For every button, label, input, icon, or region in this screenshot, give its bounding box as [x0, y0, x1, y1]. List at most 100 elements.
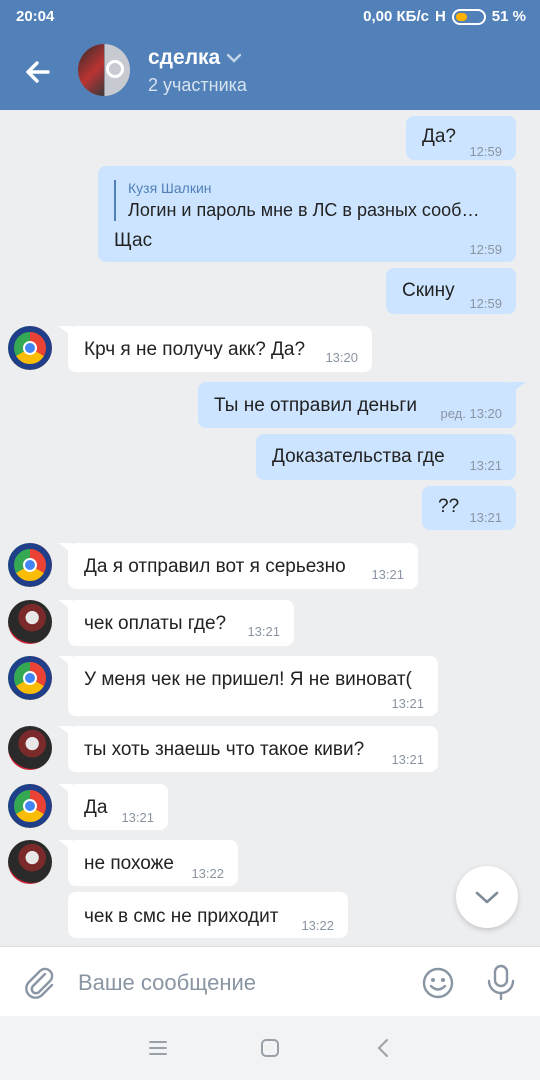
camera-icon [106, 60, 124, 78]
message-text: Ты не отправил деньги [214, 395, 417, 416]
square-icon [261, 1039, 279, 1057]
message-time: 13:22 [301, 918, 334, 933]
bubble-tail [58, 784, 72, 794]
chat-header: сделка 2 участника [0, 34, 540, 110]
microphone-icon [487, 964, 515, 1001]
signal-indicator: H [434, 8, 446, 25]
message-bubble[interactable]: ты хоть знаешь что такое киви? 13:21 [58, 726, 438, 772]
message-bubble[interactable]: Крч я не получу акк? Да? 13:20 [58, 326, 372, 372]
battery-percent: 51 % [491, 8, 526, 25]
message-text: Доказательства где [272, 446, 445, 467]
emoji-button[interactable] [420, 965, 456, 1001]
avatar-dot [23, 558, 37, 572]
message-text: Да [84, 797, 108, 818]
chat-title[interactable]: сделка [148, 46, 242, 70]
bubble-tail [512, 382, 526, 392]
back-button[interactable] [18, 52, 58, 92]
menu-icon [149, 1041, 167, 1055]
bubble-tail [58, 656, 72, 666]
message-bubble[interactable]: У меня чек не пришел! Я не виноват( 13:2… [58, 656, 438, 716]
bubble-tail [58, 840, 72, 850]
status-time: 20:04 [16, 8, 55, 25]
reply-text: Логин и пароль мне в ЛС в разных сообщ… [128, 200, 492, 220]
message-text: У меня чек не пришел! Я не виноват( [84, 669, 412, 690]
message-text: не похоже [84, 853, 174, 874]
sender-avatar[interactable] [8, 840, 52, 884]
home-nav-button[interactable] [258, 1036, 282, 1060]
message-time: 13:21 [469, 458, 502, 473]
status-right: 0,00 КБ/с H 51 % [363, 8, 526, 25]
voice-message-button[interactable] [484, 963, 518, 1001]
message-time: 13:20 [325, 350, 358, 365]
message-bubble[interactable]: Доказательства где 13:21 [256, 434, 516, 480]
message-time: 13:21 [469, 510, 502, 525]
message-text: Крч я не получу акк? Да? [84, 339, 306, 360]
sender-avatar[interactable] [8, 600, 52, 644]
message-bubble[interactable]: Да я отправил вот я серьезно 13:21 [58, 543, 418, 589]
sender-avatar[interactable] [8, 326, 52, 370]
battery-icon [451, 8, 486, 25]
reply-author: Кузя Шалкин [128, 180, 212, 196]
bubble-tail [58, 326, 72, 336]
message-bubble[interactable]: чек оплаты где? 13:21 [58, 600, 294, 646]
bubble-tail [58, 600, 72, 610]
message-bubble[interactable]: Да 13:21 [58, 784, 168, 830]
message-time: 13:22 [191, 866, 224, 881]
message-text: ты хоть знаешь что такое киви? [84, 739, 365, 760]
back-chevron-icon [377, 1039, 388, 1057]
message-feed[interactable]: Да? 12:59 Кузя Шалкин Логин и пароль мне… [0, 110, 540, 946]
avatar-dot [23, 799, 37, 813]
sender-avatar[interactable] [8, 656, 52, 700]
chevron-down-icon [227, 53, 242, 63]
smiley-icon [422, 967, 454, 999]
message-time: 13:21 [391, 752, 424, 767]
message-bubble[interactable]: Ты не отправил деньги ред. 13:20 [198, 382, 526, 428]
scroll-down-button[interactable] [456, 866, 518, 928]
message-bubble[interactable]: Кузя Шалкин Логин и пароль мне в ЛС в ра… [98, 166, 516, 262]
avatar-dot [23, 341, 37, 355]
bubble-tail [58, 543, 72, 553]
message-text: Скину [402, 280, 455, 301]
message-bubble[interactable]: Скину 12:59 [386, 268, 516, 314]
message-time: 13:21 [391, 696, 424, 711]
message-text: Да я отправил вот я серьезно [84, 556, 346, 577]
attach-button[interactable] [22, 965, 58, 1001]
arrow-left-icon [26, 61, 50, 83]
message-time: 13:21 [371, 567, 404, 582]
message-time: ред. 13:20 [440, 406, 502, 421]
message-text: Щас [114, 230, 153, 251]
chat-subtitle: 2 участника [148, 75, 247, 95]
message-text: чек оплаты где? [84, 613, 227, 634]
message-time: 12:59 [469, 296, 502, 311]
avatar-dot [23, 671, 37, 685]
message-text: Да? [422, 126, 457, 147]
menu-nav-button[interactable] [146, 1036, 170, 1060]
message-time: 12:59 [469, 242, 502, 257]
sender-avatar[interactable] [8, 726, 52, 770]
member-photo [78, 44, 104, 96]
message-time: 12:59 [469, 144, 502, 159]
chat-avatar[interactable] [78, 44, 130, 96]
status-bar: 20:04 0,00 КБ/с H 51 % [0, 0, 540, 34]
message-text: ?? [438, 496, 460, 517]
message-time: 13:21 [247, 624, 280, 639]
message-bubble[interactable]: чек в смс не приходит 13:22 [68, 892, 348, 938]
message-time: 13:21 [121, 810, 154, 825]
sender-avatar[interactable] [8, 784, 52, 828]
message-composer [0, 946, 540, 1016]
message-bubble[interactable]: ?? 13:21 [422, 486, 516, 530]
battery-fill [455, 12, 468, 21]
message-text: чек в смс не приходит [84, 906, 279, 927]
network-speed: 0,00 КБ/с [363, 8, 429, 25]
message-bubble[interactable]: не похоже 13:22 [58, 840, 238, 886]
back-nav-button[interactable] [372, 1036, 396, 1060]
system-nav-bar [0, 1016, 540, 1080]
chat-title-text: сделка [148, 46, 221, 69]
sender-avatar[interactable] [8, 543, 52, 587]
reply-quote[interactable]: Кузя Шалкин Логин и пароль мне в ЛС в ра… [114, 180, 492, 221]
message-bubble[interactable]: Да? 12:59 [406, 116, 516, 160]
bubble-tail [58, 726, 72, 736]
chevron-down-icon [475, 891, 499, 904]
paperclip-icon [25, 967, 54, 999]
message-input[interactable] [78, 967, 398, 999]
